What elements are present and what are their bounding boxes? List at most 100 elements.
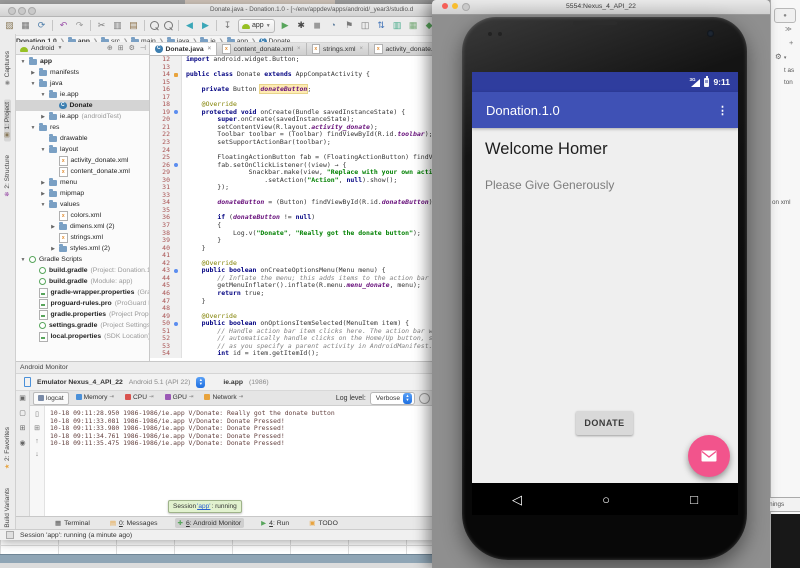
- tree-collapsed-icon[interactable]: ▶: [40, 180, 46, 186]
- monitor-action-icon[interactable]: ▣: [19, 394, 26, 402]
- tree-item-styles-xml-2-[interactable]: ▶styles.xml (2): [16, 243, 149, 254]
- code-area[interactable]: 12import android.widget.Button;1314publi…: [150, 56, 436, 361]
- android-monitor-header[interactable]: Android Monitor: [16, 362, 436, 374]
- emulator-titlebar[interactable]: 5554:Nexus_4_API_22: [432, 0, 770, 15]
- project-header-icon[interactable]: ⊣: [140, 44, 146, 52]
- tree-expanded-icon[interactable]: ▼: [40, 92, 46, 98]
- close-icon[interactable]: ×: [360, 46, 364, 52]
- back-icon[interactable]: ◀: [184, 21, 195, 30]
- sidebar-item-2-favorites[interactable]: ★2: Favorites: [4, 424, 11, 473]
- close-icon[interactable]: ×: [297, 46, 301, 52]
- clear-logcat-icon[interactable]: ▯: [35, 410, 39, 418]
- tree-item-java[interactable]: ▼java: [16, 78, 149, 89]
- settings-icon[interactable]: ⊞: [34, 424, 40, 432]
- sidebar-item-2-structure[interactable]: ✻2: Structure: [4, 152, 11, 201]
- tree-item-menu[interactable]: ▶menu: [16, 177, 149, 188]
- tree-collapsed-icon[interactable]: ▶: [30, 70, 36, 76]
- device-select-stepper[interactable]: ▲▼: [196, 377, 205, 388]
- toolwindow-button-4-run[interactable]: ▶4: Run: [258, 518, 292, 528]
- tree-item-gradle-scripts[interactable]: ▼Gradle Scripts: [16, 254, 149, 265]
- project-header-icon[interactable]: ⊕: [107, 44, 113, 52]
- tree-item-activity-donate-xml[interactable]: activity_donate.xml: [16, 155, 149, 166]
- tree-item-local-properties[interactable]: local.properties (SDK Location): [16, 331, 149, 342]
- toolwindow-button-terminal[interactable]: ▦Terminal: [52, 518, 93, 528]
- tree-collapsed-icon[interactable]: ▶: [50, 224, 56, 230]
- minimize-icon[interactable]: [18, 7, 26, 15]
- tree-item-gradle-properties[interactable]: gradle.properties (Project Propertie: [16, 309, 149, 320]
- tree-item-donate[interactable]: CDonate: [16, 100, 149, 111]
- project-header-icon[interactable]: ⚙: [129, 44, 135, 52]
- tree-item-ie-app[interactable]: ▼ie.app: [16, 89, 149, 100]
- tree-item-gradle-wrapper-properties[interactable]: gradle-wrapper.properties (Gradle: [16, 287, 149, 298]
- scroll-down-icon[interactable]: ↓: [35, 451, 39, 458]
- replace-icon[interactable]: [164, 21, 173, 30]
- log-level-select[interactable]: Verbose ▲▼: [370, 392, 415, 405]
- tree-expanded-icon[interactable]: ▼: [20, 257, 26, 263]
- scroll-up-icon[interactable]: ↑: [35, 438, 39, 445]
- tree-item-dimens-xml-2-[interactable]: ▶dimens.xml (2): [16, 221, 149, 232]
- tree-item-proguard-rules-pro[interactable]: proguard-rules.pro (ProGuard Rule: [16, 298, 149, 309]
- device-select[interactable]: Emulator Nexus_4_API_22: [37, 379, 123, 386]
- tooltip-link[interactable]: 'app': [197, 503, 210, 510]
- tree-item-ie-app[interactable]: ▶ie.app (androidTest): [16, 111, 149, 122]
- project-view-selector[interactable]: Android: [31, 45, 54, 52]
- undo-icon[interactable]: ↶: [58, 21, 69, 30]
- tree-expanded-icon[interactable]: ▼: [40, 147, 46, 153]
- tree-collapsed-icon[interactable]: ▶: [40, 191, 46, 197]
- monitor-tab-memory[interactable]: Memory⇥: [72, 392, 118, 403]
- tree-expanded-icon[interactable]: ▼: [20, 59, 26, 65]
- run-icon[interactable]: ▶: [280, 21, 291, 30]
- tree-item-build-gradle[interactable]: build.gradle (Module: app): [16, 276, 149, 287]
- tree-item-settings-gradle[interactable]: settings.gradle (Project Settings): [16, 320, 149, 331]
- tab-strings-xml[interactable]: strings.xml×: [307, 43, 370, 55]
- paste-icon[interactable]: ▤: [128, 21, 139, 30]
- monitor-action-icon[interactable]: ▢: [19, 409, 26, 417]
- sidebar-item-captures[interactable]: ◉Captures: [4, 48, 11, 89]
- overflow-menu-icon[interactable]: ⋮: [717, 104, 728, 117]
- tree-item-build-gradle[interactable]: build.gradle (Project: Donation.1.0): [16, 265, 149, 276]
- monitor-tab-network[interactable]: Network⇥: [200, 392, 247, 403]
- sync-icon[interactable]: ⟳: [36, 21, 47, 30]
- tab-content-donate-xml[interactable]: content_donate.xml×: [217, 43, 306, 55]
- tree-item-layout[interactable]: ▼layout: [16, 144, 149, 155]
- tree-item-content-donate-xml[interactable]: content_donate.xml: [16, 166, 149, 177]
- redo-icon[interactable]: ↷: [74, 21, 85, 30]
- tree-collapsed-icon[interactable]: ▶: [50, 246, 56, 252]
- search-icon[interactable]: [419, 393, 430, 404]
- open-project-icon[interactable]: ▨: [4, 21, 15, 30]
- sync-project-icon[interactable]: ⇅: [376, 21, 387, 30]
- process-select[interactable]: ie.app: [223, 379, 243, 386]
- monitor-tab-gpu[interactable]: GPU⇥: [161, 392, 198, 403]
- run-config-chip[interactable]: app▼: [238, 19, 275, 33]
- cut-icon[interactable]: ✂: [96, 21, 107, 30]
- tree-item-values[interactable]: ▼values: [16, 199, 149, 210]
- tree-item-colors-xml[interactable]: colors.xml: [16, 210, 149, 221]
- profile-icon[interactable]: ◔: [328, 21, 339, 30]
- close-icon[interactable]: ×: [208, 46, 212, 52]
- tree-item-strings-xml[interactable]: strings.xml: [16, 232, 149, 243]
- ide-titlebar[interactable]: Donate.java - Donation.1.0 - [~/env/appd…: [0, 4, 436, 17]
- save-all-icon[interactable]: ▦: [20, 21, 31, 30]
- avd-manager-icon[interactable]: ▦: [408, 21, 419, 30]
- monitor-action-icon[interactable]: ⊞: [20, 424, 26, 432]
- tree-expanded-icon[interactable]: ▼: [30, 125, 36, 131]
- email-fab-button[interactable]: [688, 435, 730, 477]
- zoom-icon[interactable]: [28, 7, 36, 15]
- monitor-tab-logcat[interactable]: logcat: [33, 392, 69, 405]
- toolwindow-button-todo[interactable]: ▣TODO: [306, 518, 341, 528]
- stop-icon[interactable]: ◼: [312, 21, 323, 30]
- donate-button[interactable]: DONATE: [576, 411, 633, 435]
- debug-icon[interactable]: ✱: [296, 21, 307, 30]
- tab-donate-java[interactable]: CDonate.java×: [150, 43, 217, 55]
- recents-button[interactable]: □: [690, 493, 698, 506]
- tree-item-drawable[interactable]: drawable: [16, 133, 149, 144]
- close-icon[interactable]: [8, 7, 16, 15]
- tree-item-manifests[interactable]: ▶manifests: [16, 67, 149, 78]
- tree-expanded-icon[interactable]: ▼: [30, 81, 36, 87]
- down-arrow-icon[interactable]: ↧: [222, 21, 233, 30]
- capture-icon[interactable]: ◫: [360, 21, 371, 30]
- tree-item-res[interactable]: ▼res: [16, 122, 149, 133]
- toolwindow-button-0-messages[interactable]: ▤0: Messages: [107, 518, 161, 528]
- home-button[interactable]: ○: [602, 493, 610, 506]
- project-view-header[interactable]: Android ▼ ⊕⊞⚙⊣: [16, 42, 149, 55]
